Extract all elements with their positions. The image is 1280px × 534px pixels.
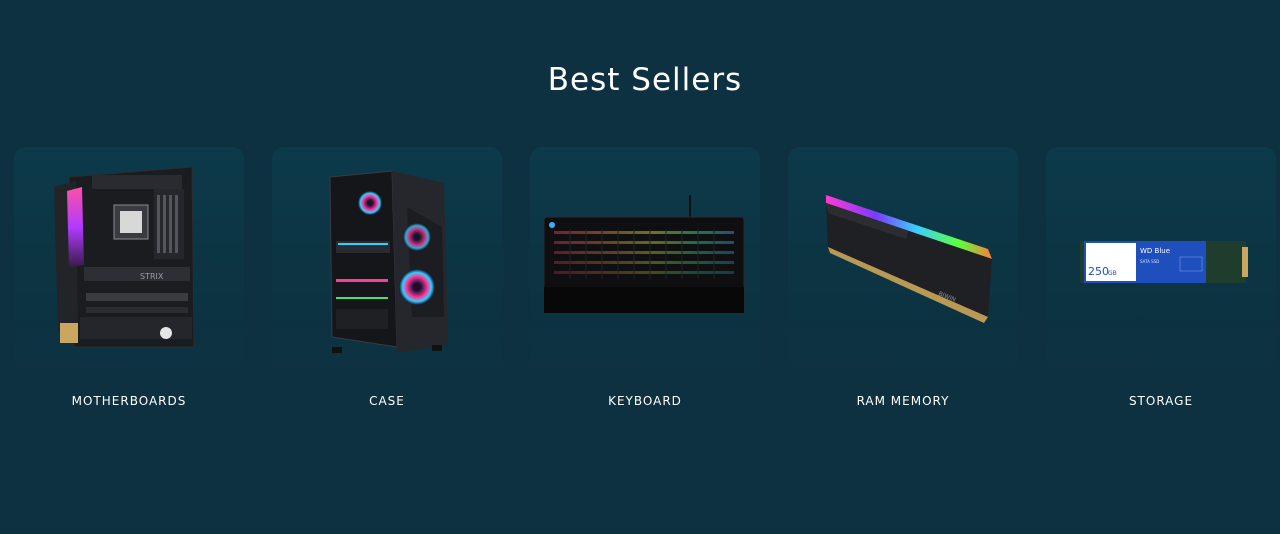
product-label[interactable]: KEYBOARD: [530, 394, 760, 408]
product-card-ram-memory[interactable]: BIWIN RAM MEMORY: [788, 147, 1018, 417]
product-card-case[interactable]: CASE: [272, 147, 502, 417]
svg-text:STRIX: STRIX: [140, 272, 164, 281]
motherboard-image: STRIX: [54, 166, 195, 348]
product-label[interactable]: RAM MEMORY: [788, 394, 1018, 408]
section-title: Best Sellers: [547, 62, 743, 98]
ssd-brand: WD Blue: [1140, 247, 1170, 255]
ram-memory-image: BIWIN: [826, 195, 992, 323]
ssd-capacity: 250: [1088, 265, 1109, 278]
svg-text:SATA SSD: SATA SSD: [1140, 259, 1159, 264]
svg-text:GB: GB: [1108, 270, 1117, 277]
product-card-storage[interactable]: 250 GB WD Blue SATA SSD STORAGE: [1046, 147, 1276, 417]
product-image-container[interactable]: [272, 147, 502, 375]
product-label[interactable]: CASE: [272, 394, 502, 408]
ssd-storage-image: 250 GB WD Blue SATA SSD: [1080, 241, 1248, 283]
product-label[interactable]: MOTHERBOARDS: [14, 394, 244, 408]
product-card-keyboard[interactable]: KEYBOARD: [530, 147, 760, 417]
product-card-motherboards[interactable]: STRIX MOTHERBOARDS: [14, 147, 244, 417]
pc-case-image: [329, 170, 448, 353]
product-image-container[interactable]: BIWIN: [788, 147, 1018, 375]
best-sellers-section: Best Sellers STRIX MOTHERBOARDS CASE KEY…: [0, 0, 1280, 534]
product-label[interactable]: STORAGE: [1046, 394, 1276, 408]
product-image-container[interactable]: STRIX: [14, 147, 244, 375]
product-cards: STRIX MOTHERBOARDS CASE KEYBOARD BIWIN R…: [14, 147, 1276, 427]
product-image-container[interactable]: 250 GB WD Blue SATA SSD: [1046, 147, 1276, 375]
keyboard-image: [543, 195, 745, 314]
product-image-container[interactable]: [530, 147, 760, 375]
